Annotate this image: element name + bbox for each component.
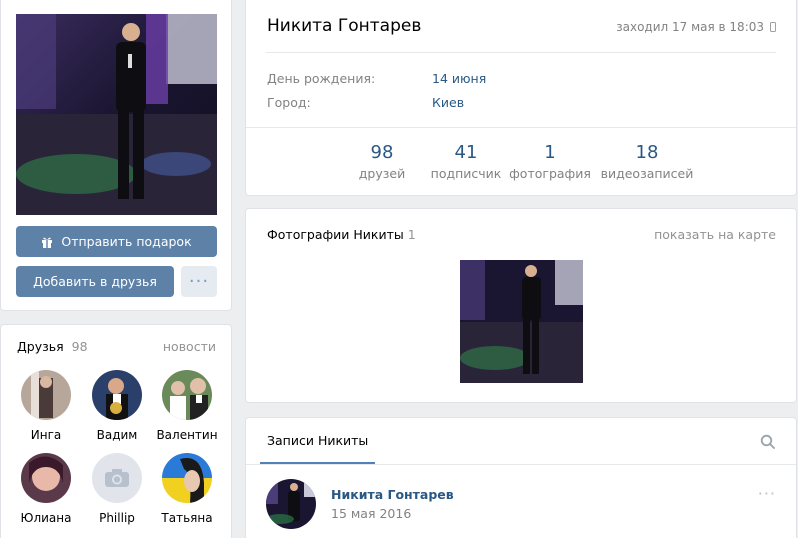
profile-photo[interactable] bbox=[16, 14, 217, 215]
avatar-card: Отправить подарок Добавить в друзья ··· bbox=[0, 0, 232, 311]
friends-title[interactable]: Друзья bbox=[17, 339, 64, 354]
avatar[interactable] bbox=[266, 479, 316, 529]
counter-value: 1 bbox=[544, 142, 556, 163]
mobile-icon bbox=[770, 22, 776, 32]
add-friend-button[interactable]: Добавить в друзья bbox=[16, 266, 174, 297]
more-dots-icon: ··· bbox=[188, 271, 210, 292]
friends-header: Друзья 98 новости bbox=[17, 339, 216, 354]
friend-item[interactable]: Юлиана bbox=[11, 453, 81, 525]
counters: 98 друзей 41 подписчик 1 фотография 18 в… bbox=[246, 142, 796, 181]
post-author-link[interactable]: Никита Гонтарев bbox=[331, 487, 454, 502]
send-gift-button[interactable]: Отправить подарок bbox=[16, 226, 217, 257]
search-icon[interactable] bbox=[760, 434, 776, 450]
friend-name[interactable]: Вадим bbox=[82, 428, 152, 442]
friend-item[interactable]: Татьяна bbox=[152, 453, 222, 525]
camera-icon bbox=[105, 469, 129, 487]
counter-label: фотография bbox=[509, 166, 591, 181]
friend-name[interactable]: Валентин bbox=[152, 428, 222, 442]
counter-label: видеозаписей bbox=[600, 166, 694, 181]
post-date[interactable]: 15 мая 2016 bbox=[331, 506, 411, 521]
counter-photos[interactable]: 1 фотография bbox=[508, 142, 592, 181]
counter-value: 41 bbox=[454, 142, 478, 163]
photos-title: Фотографии Никиты bbox=[267, 227, 404, 242]
friend-avatar[interactable] bbox=[21, 370, 71, 420]
friend-item[interactable]: Инга bbox=[11, 370, 81, 442]
friend-avatar[interactable] bbox=[21, 453, 71, 503]
last-seen-status: заходил 17 мая в 18:03 bbox=[616, 20, 776, 34]
counter-label: друзей bbox=[358, 166, 406, 181]
friend-item[interactable]: Вадим bbox=[82, 370, 152, 442]
send-gift-label: Отправить подарок bbox=[61, 234, 192, 249]
city-value[interactable]: Киев bbox=[432, 95, 464, 110]
gift-icon bbox=[42, 237, 53, 248]
counter-label: подписчик bbox=[430, 166, 502, 181]
friend-name[interactable]: Инга bbox=[11, 428, 81, 442]
friend-item[interactable]: Phillip bbox=[82, 453, 152, 525]
city-label: Город: bbox=[267, 95, 311, 110]
photos-card: Фотографии Никиты 1 показать на карте bbox=[245, 208, 797, 403]
counter-videos[interactable]: 18 видеозаписей bbox=[592, 142, 702, 181]
friends-news-link[interactable]: новости bbox=[163, 339, 216, 354]
divider bbox=[246, 127, 796, 128]
friend-name[interactable]: Phillip bbox=[82, 511, 152, 525]
birthday-value[interactable]: 14 июня bbox=[432, 71, 486, 86]
friend-avatar[interactable] bbox=[162, 453, 212, 503]
friend-avatar[interactable] bbox=[92, 370, 142, 420]
counter-followers[interactable]: 41 подписчик bbox=[424, 142, 508, 181]
post-more-icon[interactable]: ··· bbox=[758, 484, 776, 503]
counter-value: 18 bbox=[635, 142, 659, 163]
last-seen-text: заходил 17 мая в 18:03 bbox=[616, 20, 764, 34]
friends-count: 98 bbox=[71, 339, 88, 354]
add-friend-label: Добавить в друзья bbox=[33, 274, 157, 289]
photo-thumbnail[interactable] bbox=[460, 260, 583, 383]
birthday-label: День рождения: bbox=[267, 71, 376, 86]
friends-card: Друзья 98 новости Инга Вадим Валентин Юл… bbox=[0, 324, 232, 538]
friend-avatar[interactable] bbox=[162, 370, 212, 420]
counter-friends[interactable]: 98 друзей bbox=[340, 142, 424, 181]
friend-item[interactable]: Валентин bbox=[152, 370, 222, 442]
divider bbox=[246, 464, 796, 465]
photos-count: 1 bbox=[407, 227, 416, 242]
profile-info-card: Никита Гонтарев заходил 17 мая в 18:03 Д… bbox=[245, 0, 797, 196]
friend-name[interactable]: Юлиана bbox=[11, 511, 81, 525]
counter-value: 98 bbox=[370, 142, 394, 163]
tab-wall-posts[interactable]: Записи Никиты bbox=[260, 418, 376, 464]
friend-name[interactable]: Татьяна bbox=[152, 511, 222, 525]
page-title: Никита Гонтарев bbox=[267, 16, 422, 36]
friend-avatar[interactable] bbox=[92, 453, 142, 503]
divider bbox=[266, 52, 776, 53]
more-actions-button[interactable]: ··· bbox=[181, 266, 217, 297]
photos-header[interactable]: Фотографии Никиты 1 bbox=[267, 227, 416, 242]
wall-card: Записи Никиты Никита Гонтарев 15 мая 201… bbox=[245, 417, 797, 538]
show-on-map-link[interactable]: показать на карте bbox=[654, 227, 776, 242]
tab-label: Записи Никиты bbox=[267, 432, 369, 448]
